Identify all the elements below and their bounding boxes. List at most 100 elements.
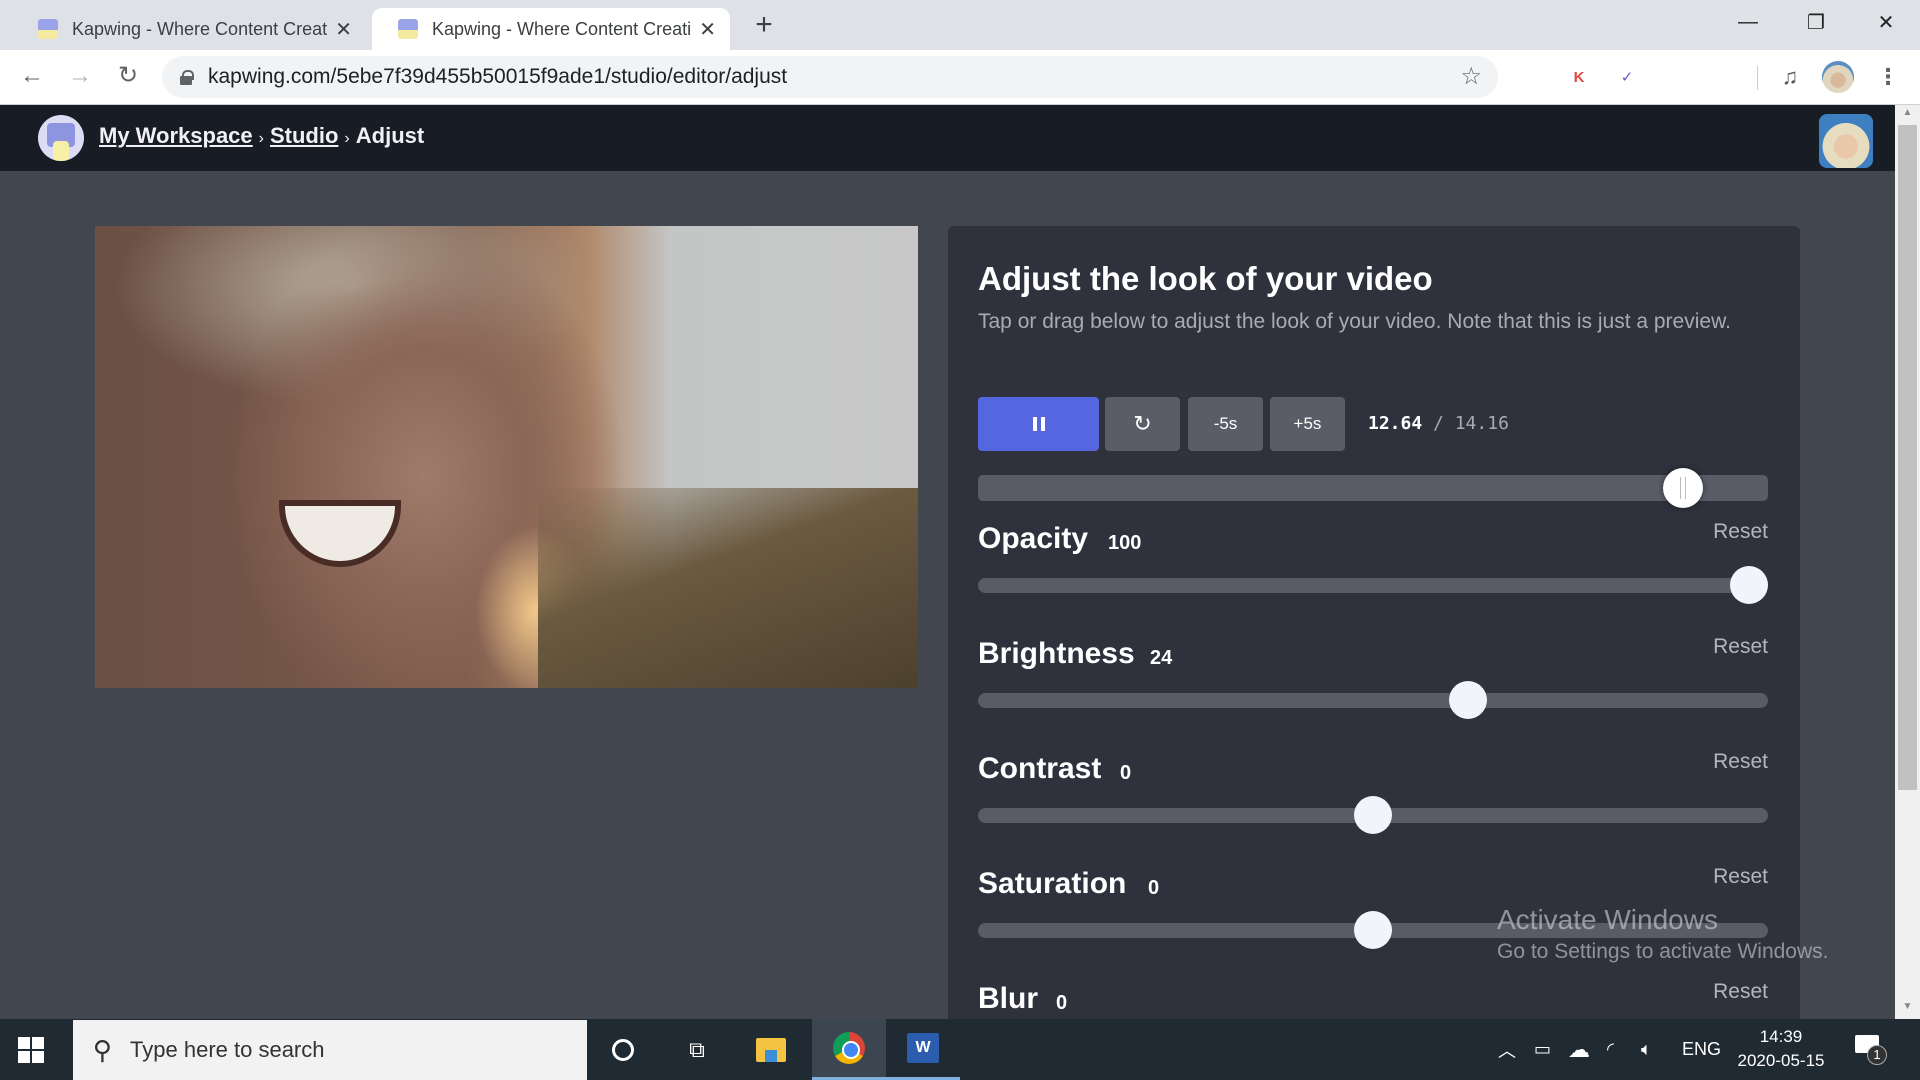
- tab-close-icon[interactable]: ✕: [335, 17, 352, 42]
- taskbar-clock[interactable]: 14:39 2020-05-15: [1735, 1025, 1827, 1073]
- opacity-slider[interactable]: [978, 566, 1768, 604]
- url-text[interactable]: kapwing.com/5ebe7f39d455b50015f9ade1/stu…: [208, 65, 787, 89]
- task-view-button[interactable]: ⧉: [660, 1019, 734, 1080]
- new-tab-button[interactable]: +: [748, 8, 780, 42]
- saturation-slider-thumb[interactable]: [1354, 911, 1392, 949]
- breadcrumb-separator: ›: [344, 130, 350, 147]
- saturation-value: 0: [1148, 877, 1160, 899]
- brightness-slider-thumb[interactable]: [1448, 681, 1487, 719]
- task-view-icon: ⧉: [689, 1036, 705, 1062]
- volume-icon[interactable]: 🔈︎: [1641, 1019, 1652, 1080]
- breadcrumb-my-workspace[interactable]: My Workspace: [99, 123, 253, 149]
- user-avatar[interactable]: [1819, 114, 1873, 168]
- tab-close-icon[interactable]: ✕: [699, 17, 716, 42]
- scroll-down-arrow-icon[interactable]: ▼: [1895, 1001, 1920, 1019]
- taskbar-search-box[interactable]: ⚲ Type here to search: [73, 1020, 587, 1080]
- brightness-slider[interactable]: [978, 681, 1768, 719]
- k-extension-icon[interactable]: K: [1566, 64, 1592, 90]
- contrast-slider[interactable]: [978, 796, 1768, 834]
- restart-button[interactable]: ↻: [1105, 397, 1180, 451]
- battery-icon[interactable]: ▭: [1534, 1019, 1551, 1080]
- forward-arrow-icon[interactable]: →: [64, 60, 96, 92]
- search-icon: ⚲: [93, 1034, 113, 1065]
- brightness-value: 24: [1150, 647, 1173, 669]
- browser-tab[interactable]: Kapwing - Where Content Creati ✕: [12, 8, 366, 50]
- contrast-slider-thumb[interactable]: [1354, 796, 1392, 834]
- windows-start-icon[interactable]: [18, 1037, 44, 1063]
- contrast-label: Contrast: [978, 752, 1102, 785]
- opacity-reset-button[interactable]: Reset: [1713, 520, 1768, 544]
- wifi-icon[interactable]: ◜: [1607, 1019, 1614, 1080]
- m-extension-icon[interactable]: M: [1518, 64, 1544, 90]
- chrome-icon: [833, 1032, 865, 1064]
- restore-button[interactable]: ❐: [1782, 0, 1850, 44]
- duration: 14.16: [1454, 413, 1509, 434]
- seek-bar[interactable]: [978, 468, 1768, 508]
- breadcrumb: My Workspace › Studio › Adjust: [99, 123, 424, 149]
- chrome-taskbar-button[interactable]: [812, 1019, 886, 1080]
- cortana-icon: [612, 1038, 634, 1061]
- kapwing-logo[interactable]: [38, 115, 84, 161]
- playback-time: 12.64 / 14.16: [1368, 413, 1509, 434]
- contrast-reset-button[interactable]: Reset: [1713, 750, 1768, 774]
- blur-label: Blur: [978, 982, 1038, 1015]
- tab-title: Kapwing - Where Content Creati: [432, 18, 692, 39]
- page-scrollbar[interactable]: ▲ ▼: [1895, 105, 1920, 1019]
- saturation-label: Saturation: [978, 867, 1127, 900]
- reload-icon[interactable]: ↻: [112, 60, 144, 92]
- window-close-button[interactable]: ✕: [1852, 0, 1920, 44]
- saturation-reset-button[interactable]: Reset: [1713, 865, 1768, 889]
- forward-5s-button[interactable]: +5s: [1270, 397, 1345, 451]
- kapwing-favicon: [398, 19, 418, 39]
- show-hidden-icons-chevron[interactable]: ︿: [1498, 1019, 1516, 1080]
- panel-title: Adjust the look of your video: [978, 260, 1433, 297]
- media-controls-icon[interactable]: ♫: [1777, 64, 1803, 90]
- language-indicator[interactable]: ENG: [1682, 1019, 1721, 1080]
- onedrive-cloud-icon[interactable]: ☁: [1568, 1019, 1590, 1080]
- profile-avatar[interactable]: [1822, 61, 1854, 93]
- todoist-extension-icon[interactable]: ✓: [1711, 64, 1737, 90]
- video-preview[interactable]: [95, 226, 918, 688]
- breadcrumb-separator: ›: [258, 130, 264, 147]
- bookmark-star-icon[interactable]: ☆: [1460, 62, 1482, 91]
- blur-value: 0: [1056, 992, 1068, 1014]
- address-bar[interactable]: kapwing.com/5ebe7f39d455b50015f9ade1/stu…: [162, 56, 1498, 98]
- mail-tracker-extension-icon[interactable]: ✓: [1614, 64, 1640, 90]
- back-arrow-icon[interactable]: ←: [16, 60, 48, 92]
- taskbar-search-placeholder: Type here to search: [130, 1037, 325, 1062]
- folder-icon: [756, 1037, 786, 1062]
- scrollbar-thumb[interactable]: [1898, 125, 1917, 790]
- opacity-slider-thumb[interactable]: [1730, 566, 1768, 604]
- kapwing-favicon: [38, 19, 58, 39]
- pause-button[interactable]: [978, 397, 1099, 451]
- notification-count-badge: 1: [1867, 1045, 1887, 1065]
- seek-handle[interactable]: [1663, 468, 1704, 508]
- breadcrumb-adjust: Adjust: [355, 123, 425, 148]
- brightness-reset-button[interactable]: Reset: [1713, 635, 1768, 659]
- scroll-up-arrow-icon[interactable]: ▲: [1895, 107, 1920, 125]
- cortana-button[interactable]: [586, 1019, 660, 1080]
- opacity-control: Opacity 100 Reset: [978, 520, 1768, 637]
- clock-date: 2020-05-15: [1737, 1051, 1825, 1070]
- restart-icon: ↻: [1133, 411, 1152, 436]
- activate-windows-watermark: Activate Windows Go to Settings to activ…: [1497, 904, 1829, 963]
- toolbar-divider: [1757, 66, 1758, 90]
- page-header: My Workspace › Studio › Adjust: [0, 105, 1895, 171]
- contrast-value: 0: [1120, 762, 1132, 784]
- rewind-5s-button[interactable]: -5s: [1188, 397, 1263, 451]
- browser-tab-active[interactable]: Kapwing - Where Content Creati ✕: [372, 8, 730, 50]
- breadcrumb-studio[interactable]: Studio: [270, 123, 338, 149]
- tab-title: Kapwing - Where Content Creati: [72, 18, 328, 39]
- blur-reset-button[interactable]: Reset: [1713, 980, 1768, 1004]
- action-center-button[interactable]: 1: [1855, 1035, 1887, 1065]
- chrome-menu-icon[interactable]: ⋮: [1875, 64, 1901, 90]
- clock-time: 14:39: [1759, 1027, 1803, 1046]
- current-time: 12.64: [1368, 413, 1423, 434]
- file-explorer-button[interactable]: [734, 1019, 808, 1080]
- grammarly-extension-icon[interactable]: G: [1663, 64, 1689, 90]
- word-icon: W: [907, 1033, 939, 1063]
- word-taskbar-button[interactable]: W: [886, 1019, 960, 1080]
- brightness-control: Brightness 24 Reset: [978, 635, 1768, 752]
- browser-toolbar: ← → ↻ kapwing.com/5ebe7f39d455b50015f9ad…: [0, 50, 1920, 105]
- minimize-button[interactable]: —: [1714, 0, 1782, 44]
